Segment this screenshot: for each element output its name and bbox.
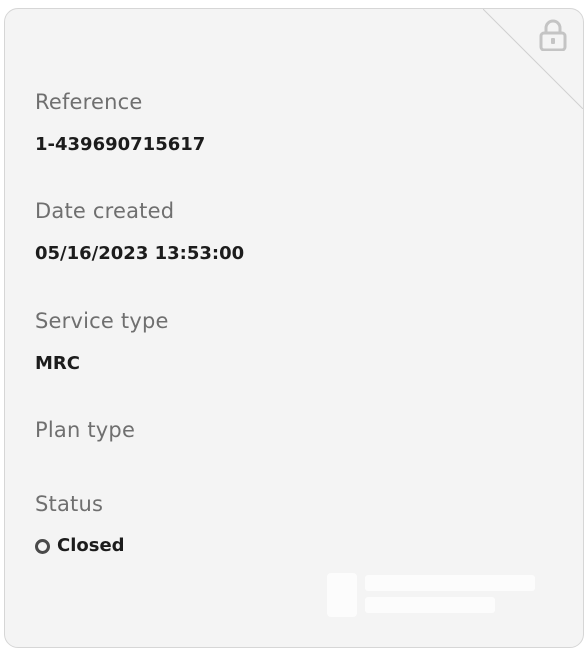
service-type-field: Service type MRC <box>35 311 553 373</box>
service-type-value: MRC <box>35 353 80 374</box>
ticket-details-card: Reference 1-439690715617 Date created 05… <box>4 8 584 648</box>
service-type-label: Service type <box>35 309 169 333</box>
status-label: Status <box>35 492 104 516</box>
status-ring-icon <box>35 538 50 554</box>
date-created-label: Date created <box>35 199 175 223</box>
plan-type-label: Plan type <box>35 418 136 442</box>
reference-value: 1-439690715617 <box>35 134 206 155</box>
faded-logo-watermark <box>327 573 535 617</box>
reference-field: Reference 1-439690715617 <box>35 92 553 154</box>
status-row: Closed <box>35 537 553 555</box>
reference-label: Reference <box>35 90 143 114</box>
status-value: Closed <box>57 535 125 556</box>
date-created-value: 05/16/2023 13:53:00 <box>35 243 245 264</box>
lock-icon <box>539 19 567 51</box>
status-field: Status Closed <box>35 494 553 555</box>
date-created-field: Date created 05/16/2023 13:53:00 <box>35 201 553 263</box>
plan-type-field: Plan type <box>35 420 553 464</box>
